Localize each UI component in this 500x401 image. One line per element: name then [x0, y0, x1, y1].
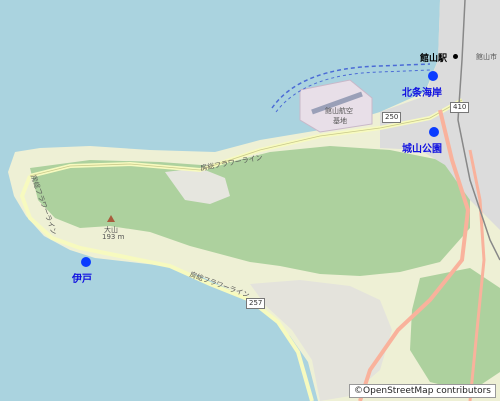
map-attribution[interactable]: ©OpenStreetMap contributors	[349, 384, 496, 398]
map-canvas[interactable]: 館山航空 基地 大山 193 m 房総フラワーライン 房総フラワーライン 房総フ…	[0, 0, 500, 401]
mountain-elevation-label: 193 m	[102, 233, 125, 241]
station-marker-icon[interactable]	[453, 54, 458, 59]
poi-label-hojo-kaigan: 北条海岸	[402, 88, 442, 99]
route-shield-250: 250	[382, 112, 402, 123]
city-label: 館山市	[476, 53, 497, 61]
station-label: 館山駅	[420, 54, 448, 64]
poi-label-shiroyama-koen: 城山公園	[402, 144, 442, 155]
route-shield-410: 410	[450, 102, 470, 113]
poi-label-ido: 伊戸	[72, 274, 92, 285]
airbase-label: 館山航空	[325, 107, 353, 115]
poi-marker-ido[interactable]	[81, 257, 91, 267]
poi-marker-hojo-kaigan[interactable]	[428, 71, 438, 81]
poi-marker-shiroyama-koen[interactable]	[429, 127, 439, 137]
route-shield-257: 257	[246, 298, 266, 309]
airbase-label-2: 基地	[333, 117, 347, 125]
